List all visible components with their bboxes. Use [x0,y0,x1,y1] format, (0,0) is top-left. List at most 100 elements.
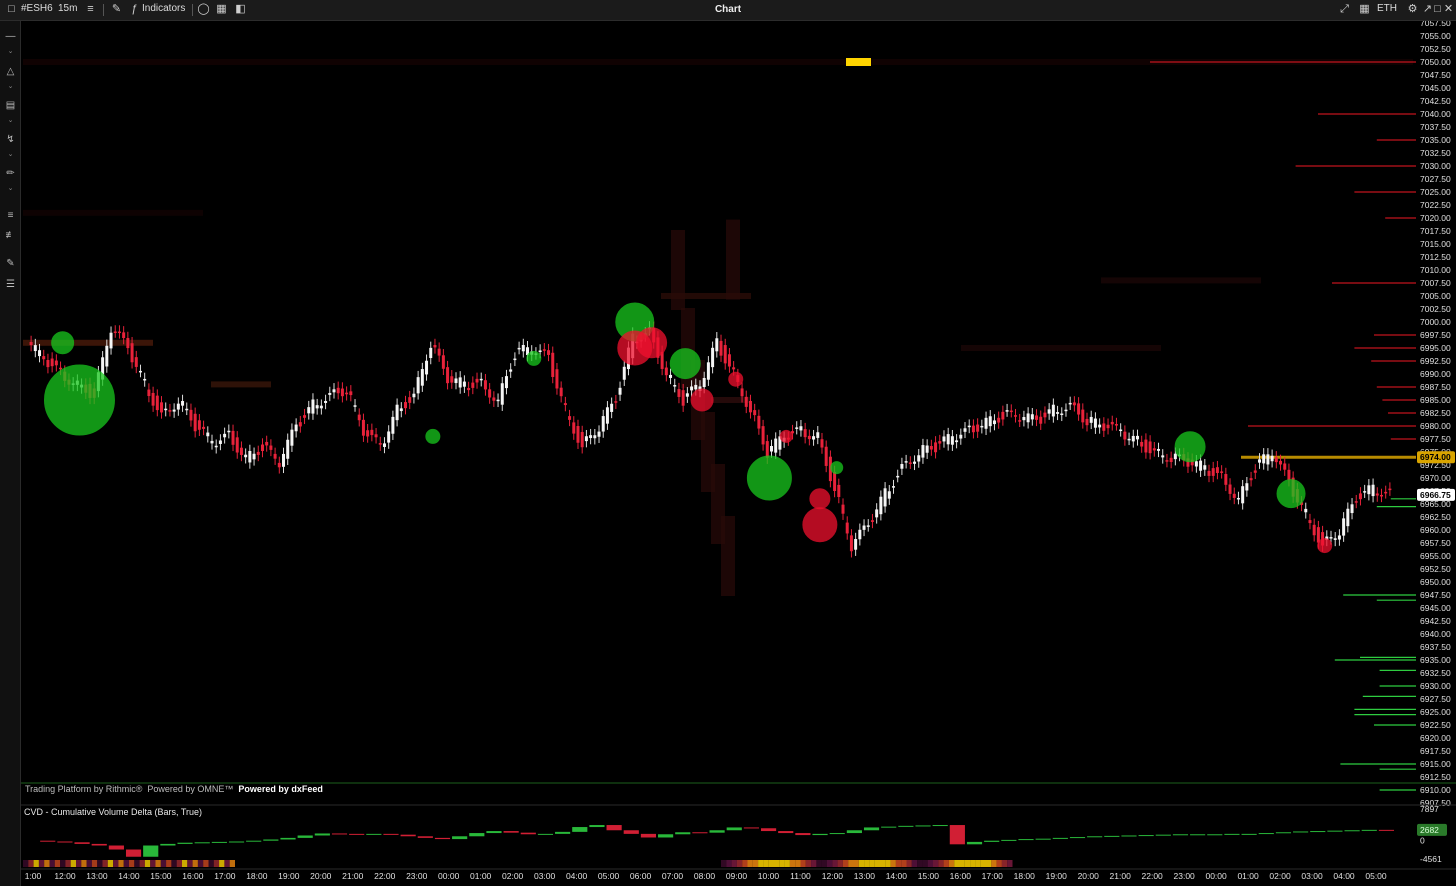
candle-body [500,383,504,405]
chevron-down-icon[interactable]: ⌄ [5,48,16,56]
candle-body [870,520,874,522]
volume-heat-cell [70,860,76,867]
layout-icon[interactable]: ◧ [234,3,247,16]
time-tick-label: 23:00 [1174,871,1196,881]
candle-body [467,388,471,391]
candle-body [134,357,138,367]
shape-tool-icon[interactable]: △ [4,65,17,78]
candle-body [1077,403,1081,415]
volume-heat-cell [97,860,103,867]
heatmap-band [1101,277,1261,284]
cvd-bar [143,845,159,857]
pencil-icon[interactable]: ✎ [110,3,123,16]
expand-icon[interactable]: ⤢ [1338,3,1351,16]
indicators-button[interactable]: Indicators [142,3,185,14]
curve-tool-icon[interactable]: ↯ [4,133,17,146]
ruler-tool-icon[interactable]: ✏ [4,167,17,180]
candle-body [395,404,399,421]
cvd-bar [760,828,777,832]
object-list-icon[interactable]: ☰ [4,278,17,291]
fib-ext-tool-icon[interactable]: ≢ [4,229,17,242]
price-tick-label: 6982.50 [1420,408,1451,418]
candle-body [711,347,715,368]
cvd-bar [228,841,245,843]
candle-body [303,415,307,418]
time-tick-label: 17:00 [214,871,236,881]
cvd-bar [846,830,862,834]
close-icon[interactable]: ✕ [1442,3,1455,16]
candle-body [1064,409,1068,412]
candle-body [345,392,349,395]
candle-body [223,433,227,438]
candle-body [1144,439,1148,453]
line-tool-icon[interactable]: — [4,30,17,43]
interval-selector[interactable]: 15m [58,3,77,14]
cvd-bar [40,840,56,842]
time-tick-label: 18:00 [1014,871,1036,881]
time-tick-label: 19:00 [278,871,300,881]
volume-heat-cell [213,860,220,867]
volume-heat-cell [742,860,748,867]
candle-body [239,447,243,455]
chevron-down-icon[interactable]: ⌄ [5,185,16,193]
candle-body [42,356,46,360]
volume-heat-cell [38,860,45,867]
volume-bubble [425,428,441,444]
price-tick-label: 6957.50 [1420,538,1451,548]
candle-body [210,440,214,444]
candle-body [664,367,668,376]
candle-body [488,389,492,398]
bar-type-icon[interactable]: ≡ [84,3,97,16]
indicators-icon[interactable]: ƒ [128,3,141,16]
time-tick-label: 19:00 [1046,871,1068,881]
candle-body [719,340,723,356]
candle-body [521,344,525,352]
price-tick-label: 6990.00 [1420,369,1451,379]
chart-area[interactable]: 7057.50 7055.00 7052.50 7050.00 7047.50 7045.… [21,21,1456,886]
candle-body [572,422,576,434]
cvd-bar [606,825,622,831]
candle-body [883,488,887,507]
paint-tool-icon[interactable]: ✎ [4,257,17,270]
chart-toolbar: □ #ESH6 15m ≡ ✎ ƒ Indicators ◯ ▦ ◧ Chart… [0,0,1456,21]
candle-body [404,402,408,409]
candle-body [1224,474,1228,485]
candle-body [294,424,298,432]
hash-icon[interactable]: □ [5,3,18,16]
bars-tool-icon[interactable]: ▤ [4,99,17,112]
chevron-down-icon[interactable]: ⌄ [5,151,16,159]
volume-heat-cell [795,860,801,867]
fib-tool-icon[interactable]: ≡ [4,209,17,222]
candle-body [1030,414,1034,420]
calendar-icon[interactable]: ▦ [1358,3,1371,16]
chevron-down-icon[interactable]: ⌄ [5,117,16,125]
chevron-down-icon[interactable]: ⌄ [5,83,16,91]
cvd-bar [246,840,262,842]
cvd-bar [331,833,348,835]
cvd-bar [1052,837,1068,839]
price-tick-label: 6977.50 [1420,434,1451,444]
alert-icon[interactable]: ◯ [197,3,210,16]
candle-body [694,384,698,390]
volume-heat-cell [991,860,997,867]
candle-body [938,441,942,444]
candle-body [538,350,542,353]
candle-body [1245,483,1249,491]
templates-icon[interactable]: ▦ [215,3,228,16]
cvd-bar [898,825,914,827]
candle-body [446,367,450,384]
price-tick-label: 6940.00 [1420,629,1451,639]
volume-heat-cell [911,860,918,867]
candle-body [559,387,563,397]
volume-heat-cell [54,860,61,867]
symbol-selector[interactable]: #ESH6 [21,3,53,14]
candle-body [450,376,454,383]
candle-body [837,484,841,497]
time-tick-label: 14:00 [886,871,908,881]
candle-body [946,434,950,445]
session-selector[interactable]: ETH [1377,3,1397,14]
settings-icon[interactable]: ⚙ [1406,3,1419,16]
time-tick-label: 15:00 [150,871,172,881]
volume-bubble [809,488,831,510]
candle-body [1207,470,1211,476]
